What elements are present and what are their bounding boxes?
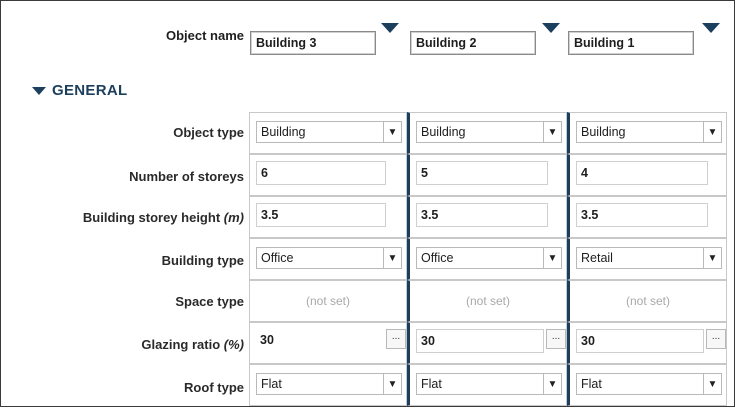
storey-height-unit: (m) (223, 210, 244, 225)
space-type-value-2: (not set) (465, 294, 510, 308)
storeys-input-3[interactable]: 4 (576, 161, 708, 185)
cell-storeys-1: 6 (249, 154, 407, 196)
collapse-triangle-icon (32, 86, 46, 95)
select-value: Office (421, 251, 454, 265)
storey-height-input-1[interactable]: 3.5 (256, 203, 386, 227)
select-value: Flat (581, 377, 602, 391)
cell-roof-type-3: Flat ▼ (567, 364, 727, 406)
building-type-select-3[interactable]: Retail ▼ (576, 247, 722, 269)
object-type-select-3[interactable]: Building ▼ (576, 121, 722, 143)
object-3-menu-icon[interactable] (702, 23, 720, 33)
chevron-down-icon[interactable]: ▼ (543, 248, 561, 268)
chevron-down-icon[interactable]: ▼ (703, 122, 721, 142)
cell-roof-type-2: Flat ▼ (407, 364, 567, 406)
cell-storey-height-3: 3.5 (567, 196, 727, 238)
glazing-more-button-2[interactable]: ... (546, 329, 566, 349)
select-value: Building (581, 125, 626, 139)
space-type-value-1: (not set) (305, 294, 350, 308)
select-value: Building (261, 125, 306, 139)
storey-height-input-3[interactable]: 3.5 (576, 203, 708, 227)
glazing-ratio-label-text: Glazing ratio (141, 337, 221, 352)
roof-type-select-1[interactable]: Flat ▼ (256, 373, 402, 395)
cell-space-type-3[interactable]: (not set) (567, 280, 727, 322)
chevron-down-icon[interactable]: ▼ (543, 122, 561, 142)
glazing-ratio-label: Glazing ratio (%) (30, 337, 244, 352)
object-type-select-1[interactable]: Building ▼ (256, 121, 402, 143)
cell-glazing-1: 30 ... (249, 322, 407, 364)
glazing-more-button-1[interactable]: ... (386, 329, 406, 349)
general-section-toggle[interactable]: GENERAL (32, 82, 127, 99)
cell-building-type-3: Retail ▼ (567, 238, 727, 280)
building-type-select-1[interactable]: Office ▼ (256, 247, 402, 269)
building-type-select-2[interactable]: Office ▼ (416, 247, 562, 269)
roof-type-select-2[interactable]: Flat ▼ (416, 373, 562, 395)
storey-height-input-2[interactable]: 3.5 (416, 203, 548, 227)
cell-object-type-1: Building ▼ (249, 112, 407, 154)
object-1-menu-icon[interactable] (381, 23, 399, 33)
glazing-input-1[interactable]: 30 (256, 329, 384, 353)
select-value: Office (261, 251, 294, 265)
select-value: Retail (581, 251, 613, 265)
storeys-input-1[interactable]: 6 (256, 161, 386, 185)
chevron-down-icon[interactable]: ▼ (703, 248, 721, 268)
cell-storeys-2: 5 (407, 154, 567, 196)
cell-storey-height-2: 3.5 (407, 196, 567, 238)
roof-type-label: Roof type (184, 380, 244, 395)
storeys-input-2[interactable]: 5 (416, 161, 548, 185)
glazing-input-2[interactable]: 30 (416, 329, 544, 353)
glazing-ratio-unit: (%) (223, 337, 244, 352)
object-2-menu-icon[interactable] (542, 23, 560, 33)
cell-glazing-3: 30 ... (567, 322, 727, 364)
cell-object-type-2: Building ▼ (407, 112, 567, 154)
chevron-down-icon[interactable]: ▼ (383, 374, 401, 394)
space-type-value-3: (not set) (625, 294, 670, 308)
object-type-select-2[interactable]: Building ▼ (416, 121, 562, 143)
object-name-input-2[interactable]: Building 2 (410, 31, 536, 55)
section-title: GENERAL (52, 82, 128, 99)
object-name-input-3[interactable]: Building 1 (568, 31, 694, 55)
cell-building-type-2: Office ▼ (407, 238, 567, 280)
chevron-down-icon[interactable]: ▼ (543, 374, 561, 394)
cell-glazing-2: 30 ... (407, 322, 567, 364)
object-name-label: Object name (165, 28, 244, 43)
object-name-input-1[interactable]: Building 3 (250, 31, 376, 55)
select-value: Flat (261, 377, 282, 391)
roof-type-select-3[interactable]: Flat ▼ (576, 373, 722, 395)
space-type-label: Space type (175, 294, 244, 309)
cell-space-type-1[interactable]: (not set) (249, 280, 407, 322)
cell-storey-height-1: 3.5 (249, 196, 407, 238)
glazing-input-3[interactable]: 30 (576, 329, 704, 353)
storey-height-label-text: Building storey height (82, 210, 221, 225)
select-value: Building (421, 125, 466, 139)
cell-space-type-2[interactable]: (not set) (407, 280, 567, 322)
cell-object-type-3: Building ▼ (567, 112, 727, 154)
cell-building-type-1: Office ▼ (249, 238, 407, 280)
chevron-down-icon[interactable]: ▼ (703, 374, 721, 394)
select-value: Flat (421, 377, 442, 391)
chevron-down-icon[interactable]: ▼ (383, 122, 401, 142)
storeys-label: Number of storeys (129, 169, 244, 184)
storey-height-label: Building storey height (m) (30, 210, 244, 225)
cell-roof-type-1: Flat ▼ (249, 364, 407, 406)
glazing-more-button-3[interactable]: ... (706, 329, 726, 349)
chevron-down-icon[interactable]: ▼ (383, 248, 401, 268)
cell-storeys-3: 4 (567, 154, 727, 196)
object-type-label: Object type (173, 125, 244, 140)
building-type-label: Building type (161, 253, 244, 268)
